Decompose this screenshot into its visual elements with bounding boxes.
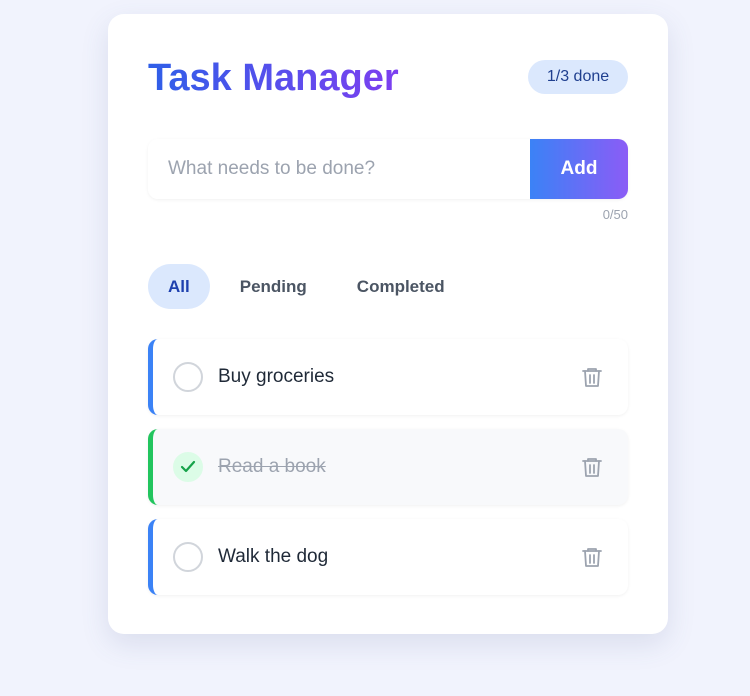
task-item: Read a book [148,429,628,505]
check-icon [180,460,196,473]
trash-icon[interactable] [580,365,604,389]
filter-pending[interactable]: Pending [220,264,327,309]
task-manager-card: Task Manager 1/3 done Add 0/50 All Pendi… [108,14,668,634]
app-title: Task Manager [148,54,399,102]
filter-all[interactable]: All [148,264,210,309]
trash-icon[interactable] [580,545,604,569]
task-text: Walk the dog [218,546,329,567]
filter-completed[interactable]: Completed [337,264,465,309]
filter-tabs: All Pending Completed [148,264,475,309]
task-text: Read a book [218,456,326,477]
task-item: Buy groceries [148,339,628,415]
task-checkbox[interactable] [173,362,203,392]
task-checkbox-checked[interactable] [173,452,203,482]
add-button[interactable]: Add [530,139,628,199]
task-list: Buy groceries Read a book Walk the dog [148,339,628,609]
progress-badge: 1/3 done [528,60,628,94]
add-task-row: Add [148,139,628,199]
trash-icon[interactable] [580,455,604,479]
task-checkbox[interactable] [173,542,203,572]
task-item: Walk the dog [148,519,628,595]
task-input[interactable] [148,139,530,199]
char-counter: 0/50 [602,207,628,222]
task-text: Buy groceries [218,366,335,387]
